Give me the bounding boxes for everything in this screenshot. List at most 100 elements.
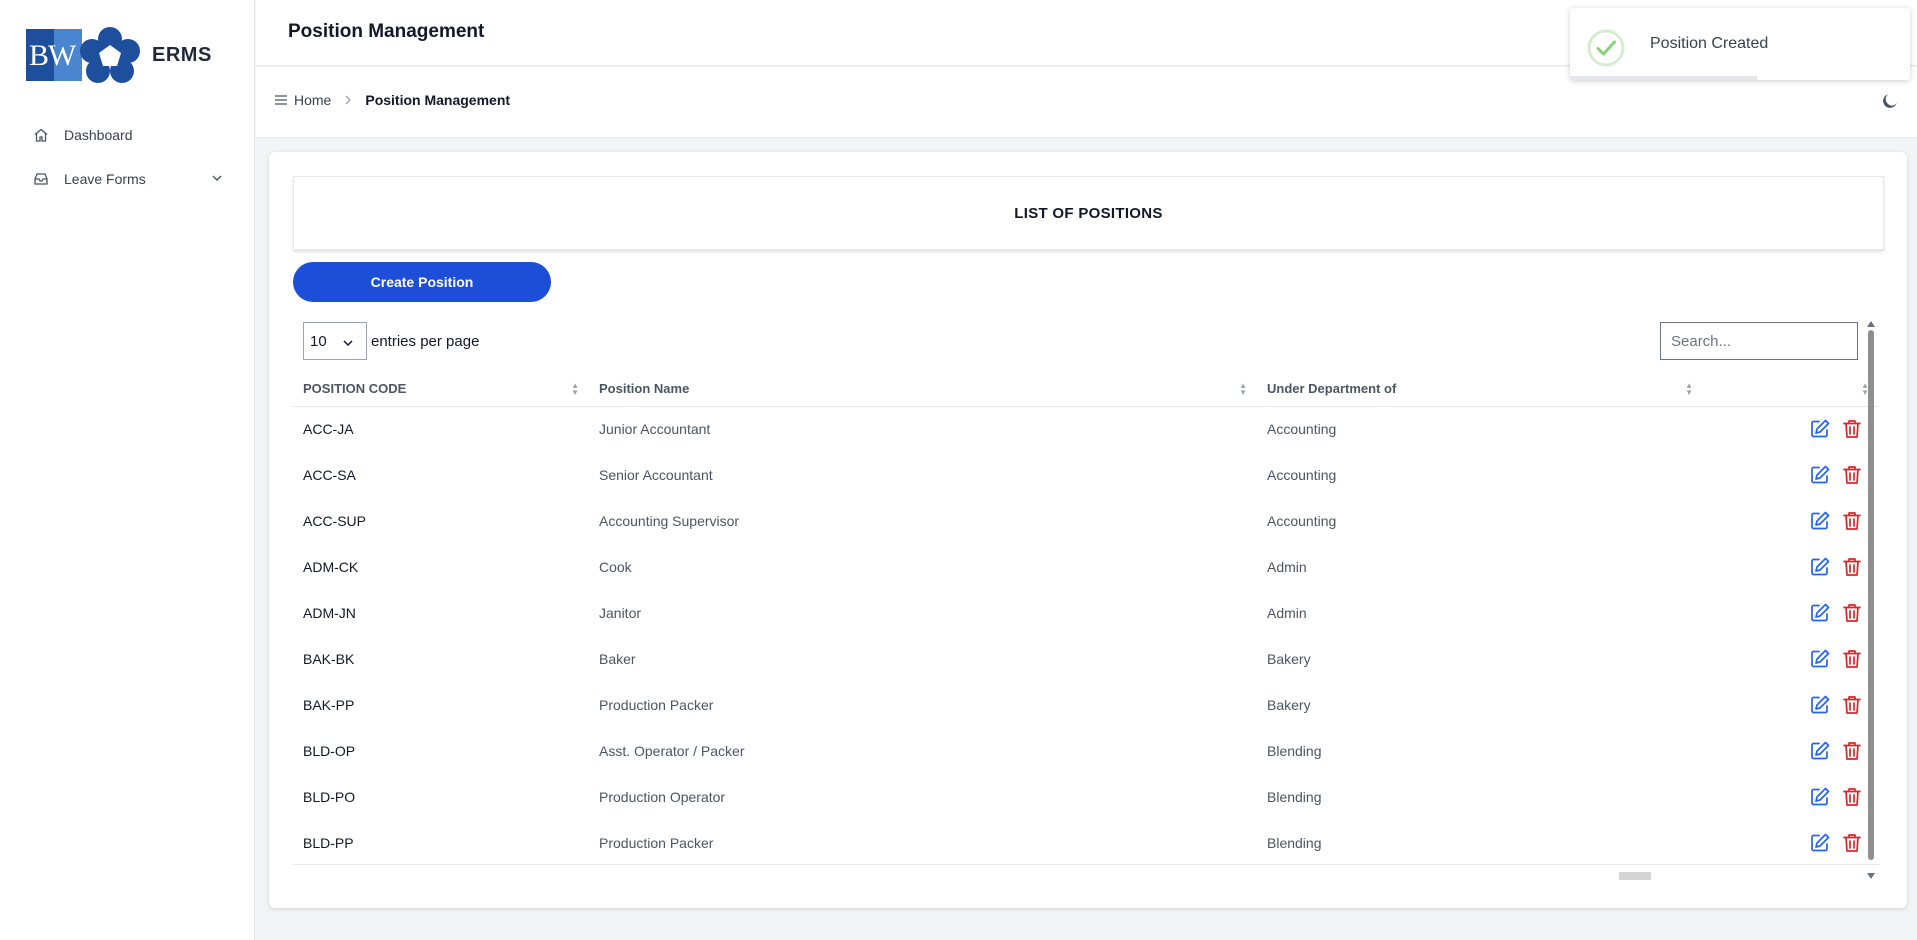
- trash-icon[interactable]: [1841, 510, 1863, 532]
- department-cell: Admin: [1267, 605, 1307, 621]
- position-name-cell: Senior Accountant: [599, 467, 713, 483]
- position-code-cell: ADM-JN: [303, 605, 356, 621]
- actions-cell: [1703, 498, 1879, 544]
- department-cell: Accounting: [1267, 513, 1337, 529]
- hamburger-icon[interactable]: [274, 94, 288, 106]
- success-check-icon: [1586, 28, 1626, 73]
- sort-icon: ▲ ▼: [571, 381, 579, 397]
- table-row: ADM-JN Janitor Admin: [293, 590, 1879, 636]
- edit-icon[interactable]: [1809, 556, 1831, 578]
- table-row: ACC-JA Junior Accountant Accounting: [293, 406, 1879, 452]
- trash-icon[interactable]: [1841, 648, 1863, 670]
- edit-icon[interactable]: [1809, 510, 1831, 532]
- sidebar: BW ERMS Dashboard Leave Forms: [0, 0, 255, 940]
- table-row: BLD-PP Production Packer Blending: [293, 820, 1879, 866]
- table-row: BLD-OP Asst. Operator / Packer Blending: [293, 728, 1879, 774]
- edit-icon[interactable]: [1809, 418, 1831, 440]
- chevron-down-icon[interactable]: [210, 171, 224, 188]
- actions-cell: [1703, 406, 1879, 452]
- department-cell: Blending: [1267, 743, 1322, 759]
- vertical-scrollbar[interactable]: [1866, 320, 1876, 880]
- moon-icon[interactable]: [1881, 92, 1899, 115]
- sidebar-item-leave-forms[interactable]: Leave Forms: [32, 170, 224, 188]
- entries-label: entries per page: [371, 332, 480, 350]
- table-row: ACC-SA Senior Accountant Accounting: [293, 452, 1879, 498]
- breadcrumb-current: Position Management: [365, 92, 511, 108]
- position-code-cell: BLD-PO: [303, 789, 356, 805]
- actions-cell: [1703, 820, 1879, 866]
- sort-icon: ▲ ▼: [1685, 381, 1693, 397]
- edit-icon[interactable]: [1809, 786, 1831, 808]
- column-header-position-name[interactable]: Position Name ▲ ▼: [589, 372, 1257, 407]
- department-cell: Accounting: [1267, 421, 1337, 438]
- actions-cell: [1703, 636, 1879, 682]
- create-position-button[interactable]: Create Position: [293, 262, 551, 302]
- trash-icon[interactable]: [1841, 418, 1863, 440]
- edit-icon[interactable]: [1809, 648, 1831, 670]
- department-cell: Blending: [1267, 789, 1322, 805]
- toast-message: Position Created: [1650, 35, 1769, 52]
- horizontal-scrollbar-thumb[interactable]: [1619, 872, 1651, 880]
- sidebar-item-label: Leave Forms: [64, 171, 146, 187]
- app-logo[interactable]: BW ERMS: [26, 27, 212, 83]
- position-code-cell: ADM-CK: [303, 559, 359, 575]
- positions-card: LIST OF POSITIONS Create Position 10 ent…: [269, 152, 1907, 908]
- chevron-down-icon: [342, 336, 354, 353]
- trash-icon[interactable]: [1841, 602, 1863, 624]
- trash-icon[interactable]: [1841, 464, 1863, 486]
- edit-icon[interactable]: [1809, 602, 1831, 624]
- department-cell: Admin: [1267, 559, 1307, 575]
- position-code-cell: ACC-JA: [303, 421, 354, 438]
- position-code-cell: BAK-BK: [303, 651, 355, 667]
- breadcrumb-home-link[interactable]: Home: [294, 92, 331, 108]
- edit-icon[interactable]: [1809, 464, 1831, 486]
- actions-cell: [1703, 728, 1879, 774]
- position-name-cell: Baker: [599, 651, 636, 667]
- trash-icon[interactable]: [1841, 694, 1863, 716]
- position-code-cell: ACC-SA: [303, 467, 356, 483]
- home-icon: [32, 126, 50, 144]
- department-cell: Bakery: [1267, 697, 1311, 713]
- edit-icon[interactable]: [1809, 832, 1831, 854]
- department-cell: Accounting: [1267, 467, 1337, 483]
- list-title: LIST OF POSITIONS: [293, 176, 1884, 250]
- position-name-cell: Production Operator: [599, 789, 726, 805]
- column-header-department[interactable]: Under Department of ▲ ▼: [1257, 372, 1703, 407]
- column-header-actions[interactable]: ▲ ▼: [1703, 372, 1879, 407]
- page-title: Position Management: [288, 21, 485, 42]
- edit-icon[interactable]: [1809, 740, 1831, 762]
- department-cell: Bakery: [1267, 651, 1311, 667]
- position-code-cell: BLD-OP: [303, 743, 356, 759]
- table-row: BAK-PP Production Packer Bakery: [293, 682, 1879, 728]
- toast-notification[interactable]: Position Created: [1570, 8, 1910, 80]
- trash-icon[interactable]: [1841, 556, 1863, 578]
- position-code-cell: BAK-PP: [303, 697, 355, 713]
- actions-cell: [1703, 544, 1879, 590]
- entries-select-value: 10: [310, 332, 327, 350]
- entries-select[interactable]: 10: [303, 322, 367, 360]
- edit-icon[interactable]: [1809, 694, 1831, 716]
- sidebar-item-label: Dashboard: [64, 127, 133, 143]
- app-title: ERMS: [152, 43, 212, 66]
- table-bottom-border: [293, 864, 1879, 865]
- trash-icon[interactable]: [1841, 740, 1863, 762]
- position-name-cell: Production Packer: [599, 835, 714, 851]
- entries-per-page: 10 entries per page: [303, 322, 479, 360]
- inbox-icon: [32, 170, 50, 188]
- actions-cell: [1703, 682, 1879, 728]
- position-code-cell: BLD-PP: [303, 835, 354, 851]
- table-row: ACC-SUP Accounting Supervisor Accounting: [293, 498, 1879, 544]
- sidebar-item-dashboard[interactable]: Dashboard: [32, 126, 224, 144]
- chevron-right-icon: [343, 92, 353, 108]
- search-input[interactable]: [1660, 322, 1858, 360]
- position-code-cell: ACC-SUP: [303, 513, 367, 529]
- column-header-position-code[interactable]: POSITION CODE ▲ ▼: [293, 372, 589, 407]
- position-name-cell: Asst. Operator / Packer: [599, 743, 745, 759]
- department-cell: Blending: [1267, 835, 1322, 851]
- trash-icon[interactable]: [1841, 786, 1863, 808]
- sort-icon: ▲ ▼: [1239, 381, 1247, 397]
- positions-table: POSITION CODE ▲ ▼ Position Name ▲ ▼ Under De…: [293, 372, 1879, 866]
- position-name-cell: Janitor: [599, 605, 642, 621]
- table-row: BLD-PO Production Operator Blending: [293, 774, 1879, 820]
- trash-icon[interactable]: [1841, 832, 1863, 854]
